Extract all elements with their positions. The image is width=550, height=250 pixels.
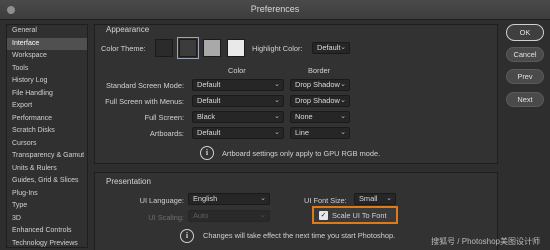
sidebar-item-cursors[interactable]: Cursors [7, 138, 87, 151]
artboards-border-select[interactable]: Line ⌄ [290, 127, 350, 139]
ok-button[interactable]: OK [506, 24, 544, 41]
highlight-color-select[interactable]: Default ⌄ [312, 42, 350, 54]
sidebar-item-tools[interactable]: Tools [7, 63, 87, 76]
sidebar-item-general[interactable]: General [7, 25, 87, 38]
ui-scaling-value: Auto [193, 211, 209, 220]
standard-screen-mode-border-select[interactable]: Drop Shadow ⌄ [290, 79, 350, 91]
sidebar-item-workspace[interactable]: Workspace [7, 50, 87, 63]
standard-screen-mode-label: Standard Screen Mode: [105, 81, 184, 90]
chevron-down-icon: ⌄ [340, 129, 346, 136]
standard-screen-mode-border-value: Drop Shadow [295, 80, 340, 89]
sidebar-item-interface[interactable]: Interface [7, 37, 87, 50]
full-screen-label: Full Screen: [144, 113, 184, 122]
theme-swatch-darkest[interactable] [155, 39, 173, 57]
sidebar-item-3d[interactable]: 3D [7, 213, 87, 226]
info-icon: i [180, 229, 194, 243]
ui-font-size-select[interactable]: Small ⌄ [354, 193, 396, 205]
next-button[interactable]: Next [506, 92, 544, 107]
presentation-title: Presentation [106, 177, 151, 186]
full-screen-color-value: Black [197, 112, 216, 121]
highlight-color-value: Default [317, 43, 341, 52]
scale-ui-to-font-label[interactable]: Scale UI To Font [332, 211, 387, 220]
ui-language-label: UI Language: [139, 196, 184, 205]
prev-button[interactable]: Prev [506, 69, 544, 84]
chevron-down-icon: ⌄ [386, 195, 392, 202]
artboards-color-select[interactable]: Default ⌄ [192, 127, 284, 139]
artboards-color-value: Default [197, 128, 221, 137]
window-title: Preferences [250, 4, 300, 14]
full-screen-menus-border-select[interactable]: Drop Shadow ⌄ [290, 95, 350, 107]
chevron-down-icon: ⌄ [260, 195, 266, 202]
sidebar-item-file-handling[interactable]: File Handling [7, 88, 87, 101]
title-bar: Preferences [0, 0, 550, 20]
chevron-down-icon: ⌄ [340, 44, 346, 51]
sidebar-item-performance[interactable]: Performance [7, 113, 87, 126]
chevron-down-icon: ⌄ [340, 113, 346, 120]
restart-info-text: Changes will take effect the next time y… [203, 231, 396, 240]
ui-font-size-label: UI Font Size: [304, 196, 347, 205]
full-screen-menus-label: Full Screen with Menus: [105, 97, 184, 106]
highlight-color-label: Highlight Color: [252, 44, 303, 53]
theme-swatch-light[interactable] [227, 39, 245, 57]
preferences-sidebar: General Interface Workspace Tools Histor… [6, 24, 88, 248]
color-theme-label: Color Theme: [101, 44, 146, 53]
chevron-down-icon: ⌄ [340, 97, 346, 104]
standard-screen-mode-color-value: Default [197, 80, 221, 89]
sidebar-item-transparency-gamut[interactable]: Transparency & Gamut [7, 150, 87, 163]
standard-screen-mode-color-select[interactable]: Default ⌄ [192, 79, 284, 91]
watermark-text: 搜狐号 / Photoshop美图设计师 [431, 237, 540, 246]
artboard-info-text: Artboard settings only apply to GPU RGB … [222, 149, 381, 158]
ui-scaling-select: Auto ⌄ [188, 210, 270, 222]
sidebar-item-history-log[interactable]: History Log [7, 75, 87, 88]
theme-swatch-dark[interactable] [177, 37, 199, 59]
sidebar-item-guides-grid-slices[interactable]: Guides, Grid & Slices [7, 175, 87, 188]
ui-language-select[interactable]: English ⌄ [188, 193, 270, 205]
ui-language-value: English [193, 194, 218, 203]
sidebar-item-units-rulers[interactable]: Units & Rulers [7, 163, 87, 176]
sidebar-item-technology-previews[interactable]: Technology Previews [7, 238, 87, 248]
border-column-header: Border [308, 66, 331, 75]
info-icon: i [200, 146, 214, 160]
cancel-button[interactable]: Cancel [506, 47, 544, 62]
artboards-border-value: Line [295, 128, 309, 137]
chevron-down-icon: ⌄ [340, 81, 346, 88]
theme-swatch-medium[interactable] [203, 39, 221, 57]
artboards-label: Artboards: [149, 129, 184, 138]
full-screen-border-value: None [295, 112, 313, 121]
sidebar-item-export[interactable]: Export [7, 100, 87, 113]
appearance-title: Appearance [106, 25, 150, 34]
chevron-down-icon: ⌄ [274, 97, 280, 104]
chevron-down-icon: ⌄ [274, 81, 280, 88]
full-screen-menus-border-value: Drop Shadow [295, 96, 340, 105]
chevron-down-icon: ⌄ [274, 129, 280, 136]
sidebar-item-scratch-disks[interactable]: Scratch Disks [7, 125, 87, 138]
full-screen-menus-color-select[interactable]: Default ⌄ [192, 95, 284, 107]
chevron-down-icon: ⌄ [274, 113, 280, 120]
ui-font-size-value: Small [359, 194, 378, 203]
sidebar-item-enhanced-controls[interactable]: Enhanced Controls [7, 225, 87, 238]
chevron-down-icon: ⌄ [260, 212, 266, 219]
sidebar-item-type[interactable]: Type [7, 200, 87, 213]
color-column-header: Color [228, 66, 246, 75]
sidebar-item-plug-ins[interactable]: Plug-Ins [7, 188, 87, 201]
full-screen-color-select[interactable]: Black ⌄ [192, 111, 284, 123]
ui-scaling-label: UI Scaling: [148, 213, 184, 222]
full-screen-border-select[interactable]: None ⌄ [290, 111, 350, 123]
scale-ui-to-font-checkbox[interactable]: ✓ [319, 211, 328, 220]
full-screen-menus-color-value: Default [197, 96, 221, 105]
